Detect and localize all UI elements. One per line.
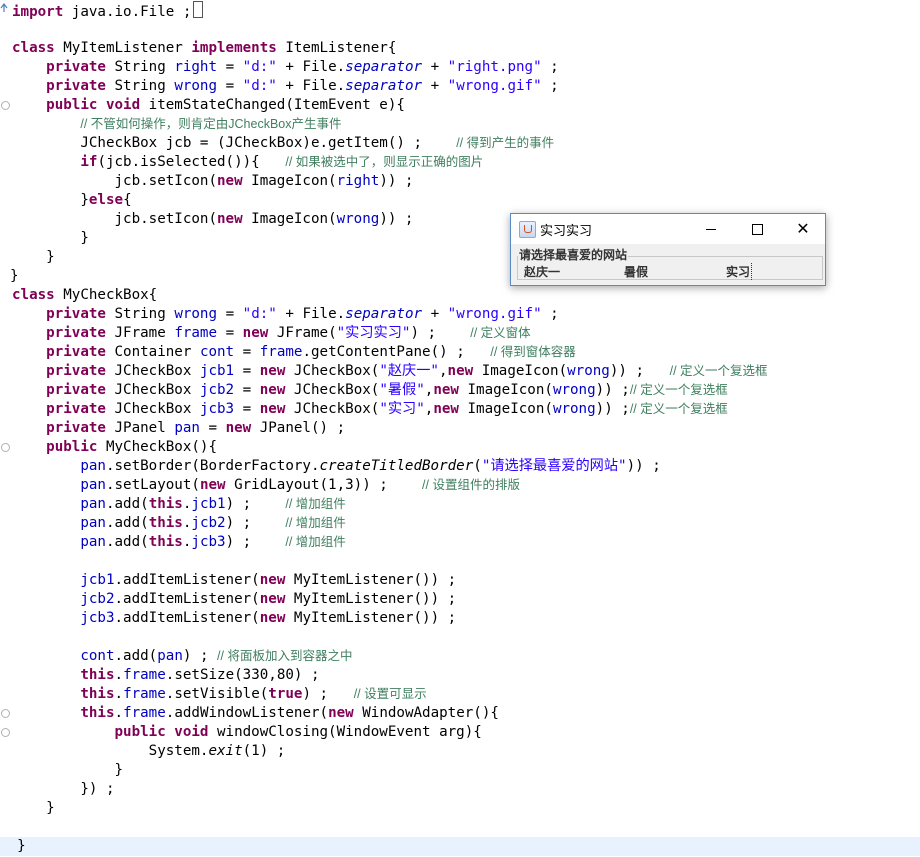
code-line-36: this.frame.setSize(330,80) ; <box>80 667 320 683</box>
code-line-38: this.frame.addWindowListener(new WindowA… <box>80 705 499 721</box>
code-editor[interactable]: import java.io.File ; class MyItemListen… <box>0 0 920 857</box>
minimize-button[interactable] <box>689 214 733 244</box>
checkbox-shixi[interactable]: 实习 <box>726 263 753 280</box>
current-line: } <box>0 837 920 856</box>
code-line-26: pan.setLayout(new GridLayout(1,3)) ; // … <box>80 477 520 493</box>
code-line-13: } <box>80 230 89 246</box>
code-line-18: private JFrame frame = new JFrame("实习实习"… <box>46 325 531 341</box>
panel-title: 请选择最喜爱的网站 <box>518 246 629 263</box>
maximize-button[interactable] <box>735 214 779 244</box>
java-icon <box>519 221 536 238</box>
code-line-17: private String wrong = "d:" + File.separ… <box>46 306 559 322</box>
code-line-20: private JCheckBox jcb1 = new JCheckBox("… <box>46 363 768 379</box>
code-line-39: public void windowClosing(WindowEvent ar… <box>114 724 482 740</box>
window-titlebar[interactable]: 实习实习 ✕ <box>511 214 825 244</box>
code-line-42: }) ; <box>80 781 115 797</box>
window-title: 实习实习 <box>540 223 593 238</box>
code-line-15: } <box>10 268 19 284</box>
code-line-37: this.frame.setVisible(true) ; // 设置可显示 <box>80 686 427 702</box>
swing-window[interactable]: 实习实习 ✕ 请选择最喜爱的网站 赵庆一 暑假 实习 <box>510 213 826 286</box>
fold-marker-icon[interactable] <box>1 443 10 452</box>
checkbox-shujia[interactable]: 暑假 <box>624 263 648 280</box>
code-line-22: private JCheckBox jcb3 = new JCheckBox("… <box>46 401 728 417</box>
code-line-9: if(jcb.isSelected()){ // 如果被选中了，则显示正确的图片 <box>80 154 484 170</box>
code-line-33: jcb3.addItemListener(new MyItemListener(… <box>80 610 457 626</box>
text-cursor-icon <box>193 1 204 18</box>
import-marker-icon <box>0 0 8 12</box>
code-line-10: jcb.setIcon(new ImageIcon(right)) ; <box>114 173 414 189</box>
close-button[interactable]: ✕ <box>781 214 825 244</box>
checkbox-panel: 请选择最喜爱的网站 赵庆一 暑假 实习 <box>514 246 823 281</box>
code-line-8: JCheckBox jcb = (JCheckBox)e.getItem() ;… <box>80 135 555 151</box>
code-line-28: pan.add(this.jcb2) ; // 增加组件 <box>80 515 346 531</box>
code-line-12: jcb.setIcon(new ImageIcon(wrong)) ; <box>114 211 414 227</box>
code-line-29: pan.add(this.jcb3) ; // 增加组件 <box>80 534 346 550</box>
code-line-25: pan.setBorder(BorderFactory.createTitled… <box>80 458 661 474</box>
code-line-16: class MyCheckBox{ <box>12 287 158 303</box>
code-line-21: private JCheckBox jcb2 = new JCheckBox("… <box>46 382 728 398</box>
code-line-35: cont.add(pan) ; // 将面板加入到容器之中 <box>80 648 353 664</box>
fold-marker-icon[interactable] <box>1 101 10 110</box>
checkbox-zhaoqingyi[interactable]: 赵庆一 <box>524 263 560 280</box>
fold-marker-icon[interactable] <box>1 728 10 737</box>
code-line-11: }else{ <box>80 192 132 208</box>
code-line-5: private String wrong = "d:" + File.separ… <box>46 78 559 94</box>
code-line-6: public void itemStateChanged(ItemEvent e… <box>46 97 405 113</box>
code-line-32: jcb2.addItemListener(new MyItemListener(… <box>80 591 457 607</box>
code-line-24: public MyCheckBox(){ <box>46 439 218 455</box>
code-line-27: pan.add(this.jcb1) ; // 增加组件 <box>80 496 346 512</box>
code-line-43: } <box>46 800 55 816</box>
fold-marker-icon[interactable] <box>1 709 10 718</box>
code-line-31: jcb1.addItemListener(new MyItemListener(… <box>80 572 457 588</box>
code-line-41: } <box>114 762 124 778</box>
code-line-4: private String right = "d:" + File.separ… <box>46 59 559 75</box>
code-line-19: private Container cont = frame.getConten… <box>46 344 576 360</box>
code-line-23: private JPanel pan = new JPanel() ; <box>46 420 346 436</box>
code-line-7: // 不管如何操作，则肯定由JCheckBox产生事件 <box>80 117 342 131</box>
code-line-14: } <box>46 249 55 265</box>
code-line-40: System.exit(1) ; <box>148 743 286 759</box>
code-line-3: class MyItemListener implements ItemList… <box>12 40 397 56</box>
code-line-1: import java.io.File ; <box>12 1 204 20</box>
